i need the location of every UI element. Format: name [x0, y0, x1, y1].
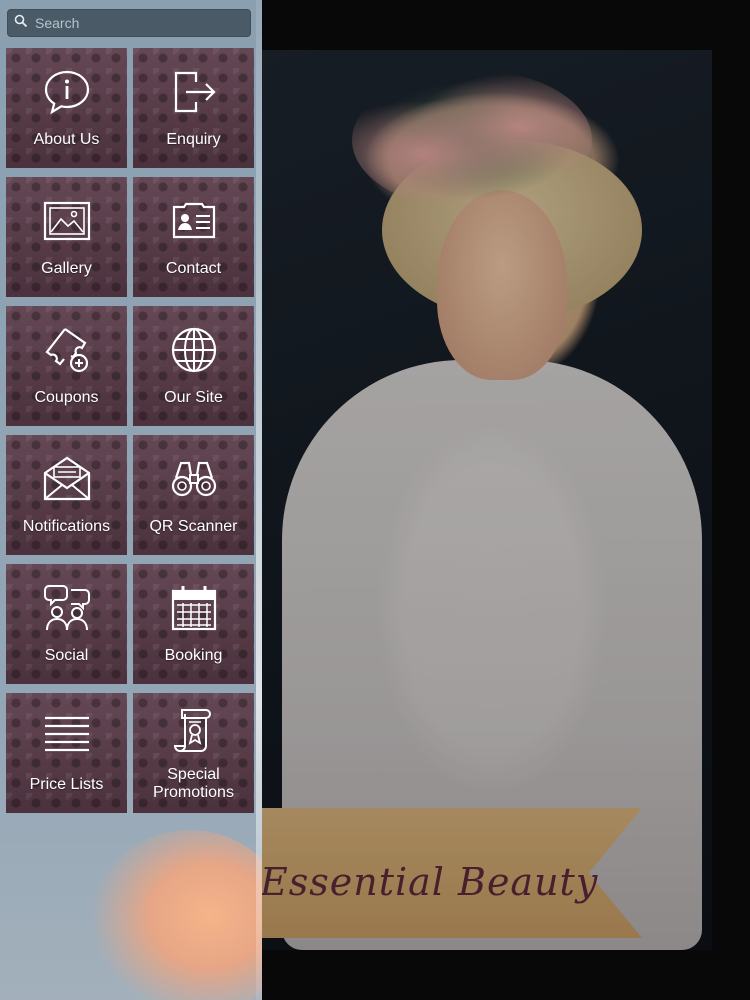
menu-item-special-promotions[interactable]: Special Promotions — [133, 693, 254, 813]
image-icon — [6, 195, 127, 247]
menu-item-price-lists[interactable]: Price Lists — [6, 693, 127, 813]
menu-item-label: QR Scanner — [149, 518, 238, 535]
menu-item-label: Special Promotions — [133, 766, 254, 802]
info-icon — [6, 66, 127, 118]
menu-item-label: Enquiry — [166, 131, 221, 148]
menu-item-label: Our Site — [164, 389, 223, 406]
search-bar[interactable] — [7, 9, 251, 37]
menu-item-booking[interactable]: Booking — [133, 564, 254, 684]
contact-card-icon — [133, 195, 254, 247]
menu-item-gallery[interactable]: Gallery — [6, 177, 127, 297]
menu-item-qr-scanner[interactable]: QR Scanner — [133, 435, 254, 555]
binoculars-icon — [133, 453, 254, 505]
menu-item-notifications[interactable]: Notifications — [6, 435, 127, 555]
menu-item-label: Contact — [165, 260, 222, 277]
menu-item-label: About Us — [33, 131, 100, 148]
search-icon — [14, 14, 28, 33]
list-lines-icon — [6, 711, 127, 763]
coupon-ticket-icon — [6, 324, 127, 376]
menu-item-social[interactable]: Social — [6, 564, 127, 684]
menu-item-label: Price Lists — [29, 776, 104, 793]
calendar-icon — [133, 582, 254, 634]
menu-item-label-line2: Promotions — [153, 784, 234, 801]
search-input[interactable] — [33, 14, 247, 32]
menu-item-contact[interactable]: Contact — [133, 177, 254, 297]
menu-item-label: Coupons — [34, 389, 99, 406]
menu-item-label-line1: Special — [167, 766, 220, 783]
panel-blur-glow — [90, 830, 262, 1000]
menu-item-label: Social — [44, 647, 89, 664]
menu-item-label: Notifications — [22, 518, 111, 535]
scroll-award-icon — [133, 709, 254, 757]
menu-item-our-site[interactable]: Our Site — [133, 306, 254, 426]
menu-item-about-us[interactable]: About Us — [6, 48, 127, 168]
content-dim-overlay[interactable] — [262, 0, 750, 1000]
exit-arrow-icon — [133, 66, 254, 118]
menu-item-enquiry[interactable]: Enquiry — [133, 48, 254, 168]
globe-icon — [133, 324, 254, 376]
panel-edge-highlight — [256, 0, 262, 1000]
envelope-icon — [6, 453, 127, 505]
side-menu-panel: About Us Enquiry Gallery Contact Coupons — [0, 0, 262, 1000]
people-chat-icon — [6, 582, 127, 634]
menu-item-coupons[interactable]: Coupons — [6, 306, 127, 426]
menu-grid: About Us Enquiry Gallery Contact Coupons — [6, 48, 254, 813]
menu-item-label: Booking — [164, 647, 223, 664]
menu-item-label: Gallery — [41, 260, 92, 277]
